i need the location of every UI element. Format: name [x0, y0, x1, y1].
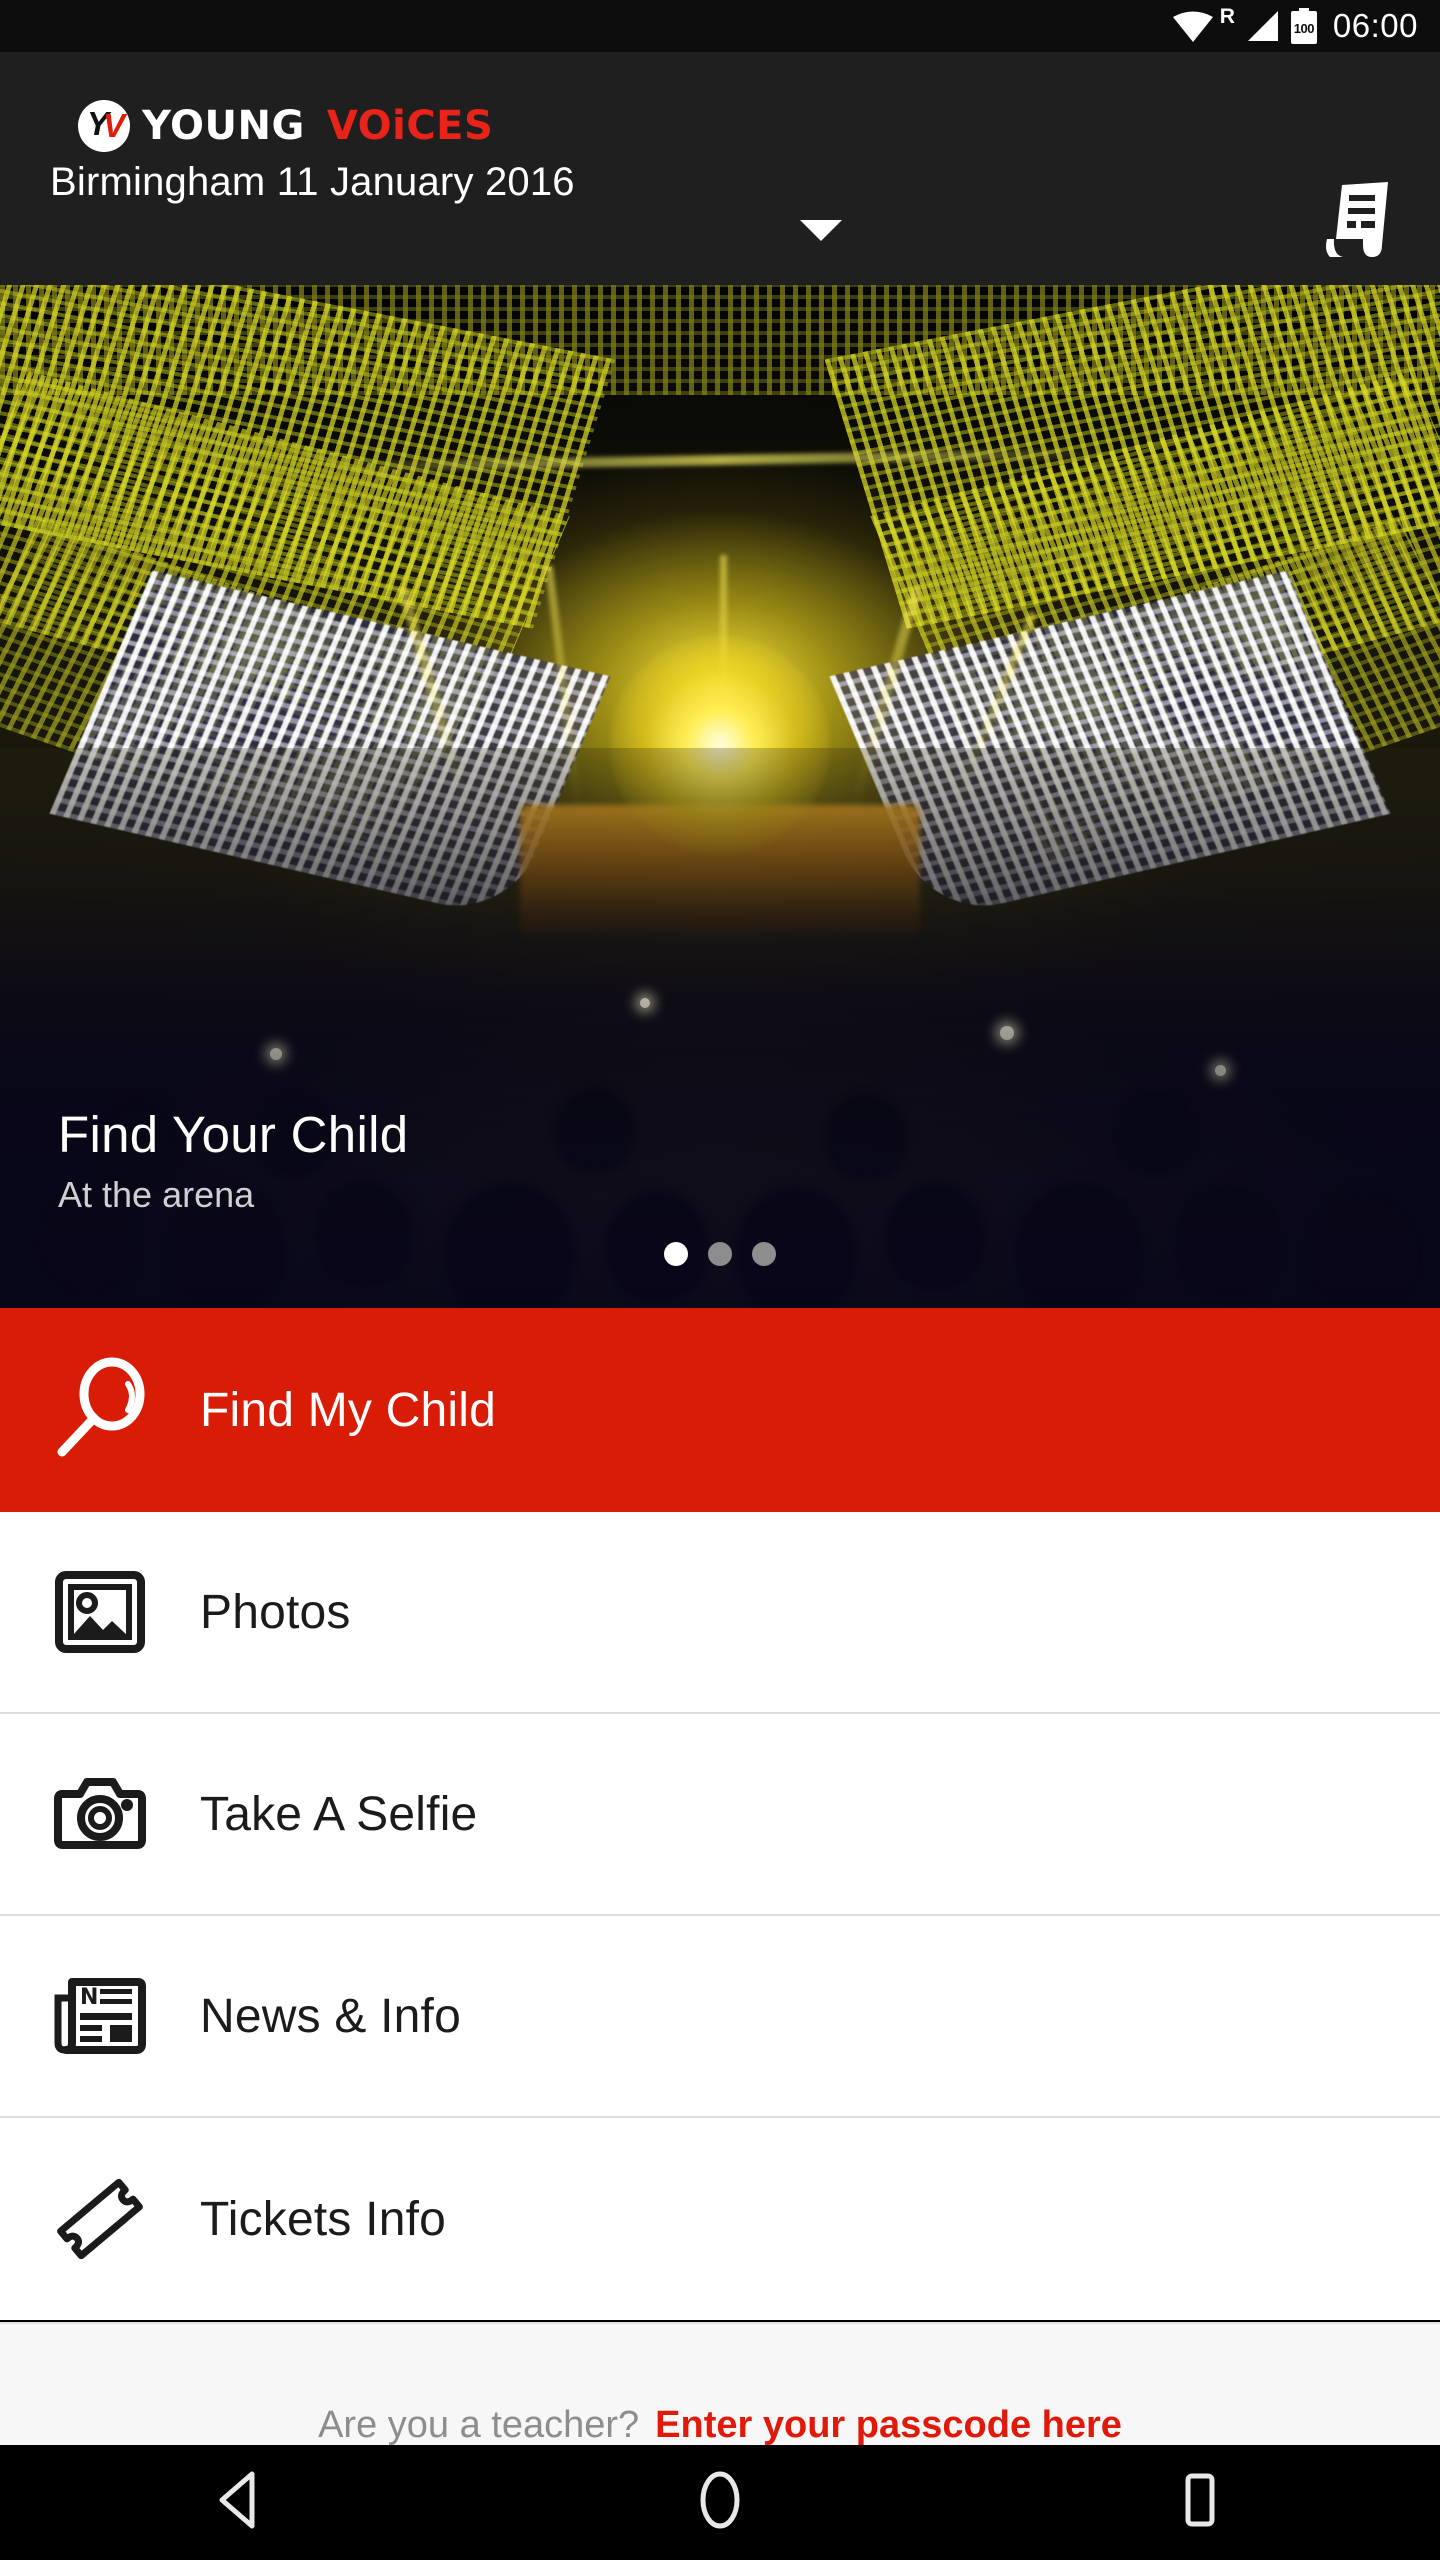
yv-monogram-logo: Y V [78, 100, 130, 152]
list-item-label: Photos [200, 1585, 351, 1639]
home-button[interactable] [620, 2445, 820, 2560]
receipt-icon[interactable] [1322, 177, 1402, 267]
list-item-news-and-info[interactable]: N News & Info [0, 1916, 1440, 2118]
list-item-label: News & Info [200, 1989, 461, 2043]
android-navigation-bar [0, 2445, 1440, 2560]
list-item-label: Tickets Info [200, 2192, 447, 2246]
camera-icon [0, 1768, 200, 1860]
battery-icon: 100 [1290, 8, 1317, 44]
carousel-dots[interactable] [0, 1242, 1440, 1266]
hero-caption: Find Your Child At the arena [58, 1105, 408, 1216]
recents-square-icon [1172, 2469, 1228, 2536]
enter-passcode-link[interactable]: Enter your passcode here [655, 2406, 1122, 2445]
teacher-question-label: Are you a teacher? [318, 2404, 640, 2445]
cellular-signal-icon [1245, 9, 1281, 43]
list-item-photos[interactable]: Photos [0, 1512, 1440, 1714]
recents-button[interactable] [1100, 2445, 1300, 2560]
list-item-take-a-selfie[interactable]: Take A Selfie [0, 1714, 1440, 1916]
wifi-icon [1172, 9, 1214, 43]
menu-list: Photos Take A Selfie N News & Info Ticke… [0, 1512, 1440, 2320]
carousel-dot-1[interactable] [664, 1242, 688, 1266]
brand-logo: Y V YOUNG VOiCES [78, 100, 493, 152]
back-triangle-icon [212, 2469, 268, 2536]
app-bar: Y V YOUNG VOiCES Birmingham 11 January 2… [0, 52, 1440, 285]
back-button[interactable] [140, 2445, 340, 2560]
event-subtitle[interactable]: Birmingham 11 January 2016 [50, 160, 575, 205]
list-item-label: Take A Selfie [200, 1787, 478, 1841]
find-my-child-label: Find My Child [200, 1383, 497, 1437]
svg-text:N: N [80, 1985, 98, 2010]
phone-screen: R 100 06:00 Y V YOUNG VOiCES Birmingham … [0, 0, 1440, 2560]
battery-level: 100 [1293, 21, 1315, 36]
brand-voices-text: VOiCES [326, 103, 494, 149]
roaming-indicator: R [1219, 5, 1235, 28]
teacher-passcode-banner[interactable]: Are you a teacher? Enter your passcode h… [0, 2322, 1440, 2445]
home-circle-icon [692, 2469, 748, 2536]
status-bar-clock: 06:00 [1332, 7, 1418, 44]
magnifier-icon [0, 1356, 200, 1464]
photo-frame-icon [0, 1566, 200, 1658]
carousel-dot-2[interactable] [708, 1242, 732, 1266]
list-item-tickets-info[interactable]: Tickets Info [0, 2118, 1440, 2320]
hero-subtitle: At the arena [58, 1174, 255, 1215]
status-bar: R 100 06:00 [0, 0, 1440, 52]
chevron-down-icon[interactable] [800, 220, 842, 241]
hero-carousel[interactable]: Find Your Child At the arena [0, 285, 1440, 1308]
ticket-icon [0, 2171, 200, 2267]
find-my-child-button[interactable]: Find My Child [0, 1308, 1440, 1512]
newspaper-icon: N [0, 1970, 200, 2062]
carousel-dot-3[interactable] [752, 1242, 776, 1266]
brand-young-text: YOUNG [142, 103, 305, 149]
logo-letter-v: V [103, 107, 126, 144]
hero-title: Find Your Child [58, 1106, 409, 1163]
